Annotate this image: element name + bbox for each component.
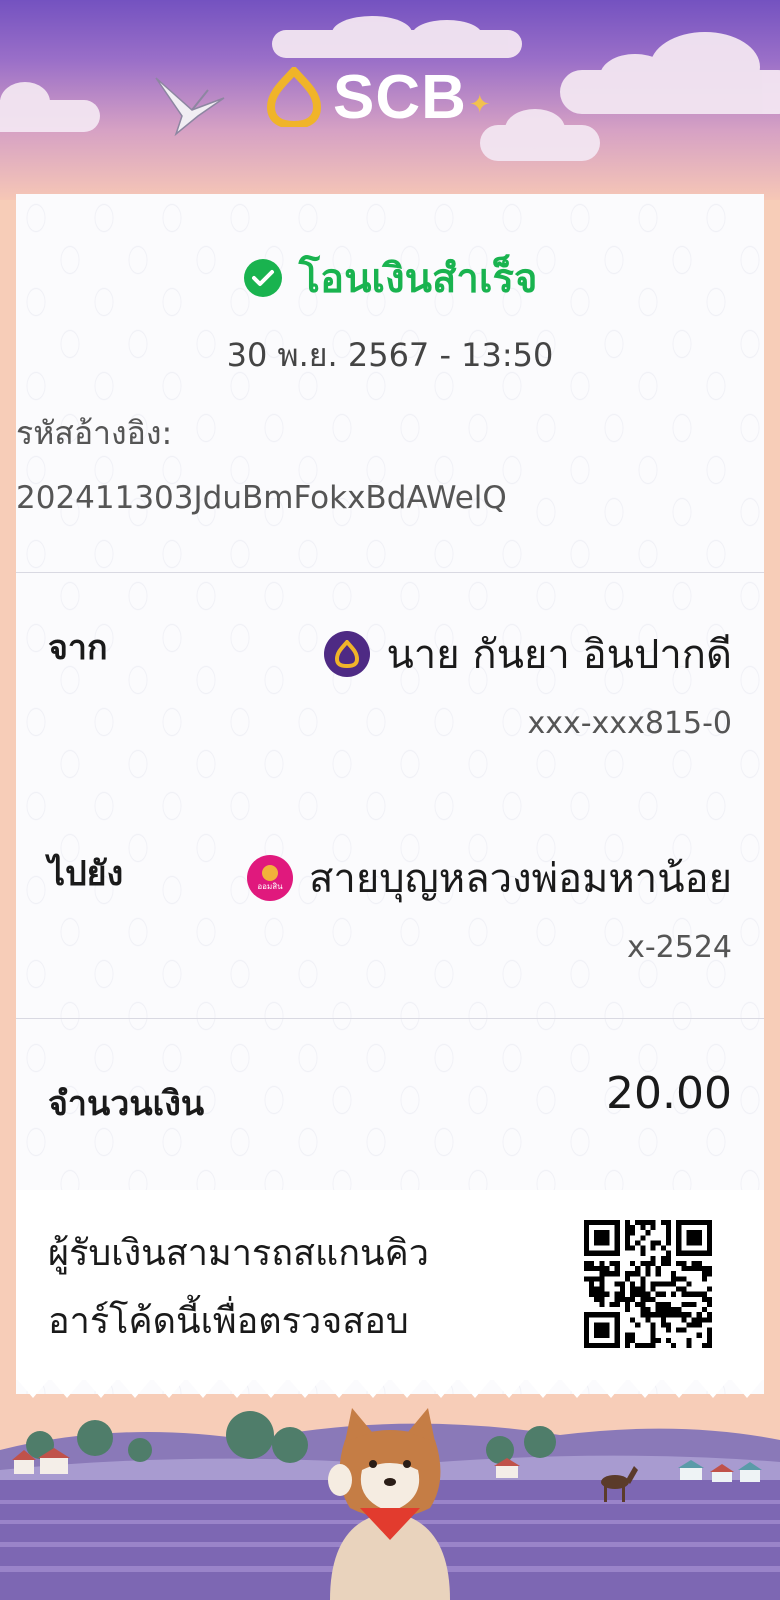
qr-instruction-line1: ผู้รับเงินสามารถสแกนคิว [48,1233,429,1274]
reference-label: รหัสอ้างอิง: [16,414,173,452]
amount-label: จำนวนเงิน [48,1084,205,1124]
from-label: จาก [48,628,108,668]
amount-value: 20.00 [606,1068,732,1119]
bird-icon [155,77,225,137]
recipient-name: สายบุญหลวงพ่อมหาน้อย [308,856,732,902]
scb-bank-icon [324,631,371,677]
cloud-decoration [560,32,780,114]
cloud-decoration [480,109,600,161]
to-label: ไปยัง [48,854,124,894]
scb-logo: SCB ✦ [265,62,491,132]
brand-name: SCB [333,62,467,132]
qr-instruction: ผู้รับเงินสามารถสแกนคิว อาร์โค้ดนี้เพื่อ… [48,1220,528,1356]
transaction-datetime: 30 พ.ย. 2567 - 13:50 [226,336,554,374]
recipient-name-row: ออมสิน สายบุญหลวงพ่อมหาน้อย [246,846,732,910]
cloud-decoration [272,16,522,58]
sender-name: นาย กันยา อินปากดี [386,632,732,678]
qr-instruction-line2: อาร์โค้ดนี้เพื่อตรวจสอบ [48,1301,409,1342]
gsb-bank-icon: ออมสิน [246,855,293,901]
lavender-field-illustration [0,1400,780,1600]
sender-name-row: นาย กันยา อินปากดี [324,622,732,686]
scb-logo-icon [266,67,322,127]
divider [16,572,764,573]
sparkle-icon: ✦ [468,90,491,120]
recipient-account: x-2524 [627,930,732,965]
cloud-decoration [0,82,100,132]
divider [16,1018,764,1019]
status-text: โอนเงินสำเร็จ [298,256,538,302]
transfer-status: โอนเงินสำเร็จ [0,246,780,310]
qr-code[interactable] [584,1220,712,1348]
reference-number: 202411303JduBmFokxBdAWelQ [16,480,507,516]
qr-verification-section: ผู้รับเงินสามารถสแกนคิว อาร์โค้ดนี้เพื่อ… [16,1190,764,1380]
sender-account: xxx-xxx815-0 [527,706,732,741]
check-circle-icon [243,259,282,297]
